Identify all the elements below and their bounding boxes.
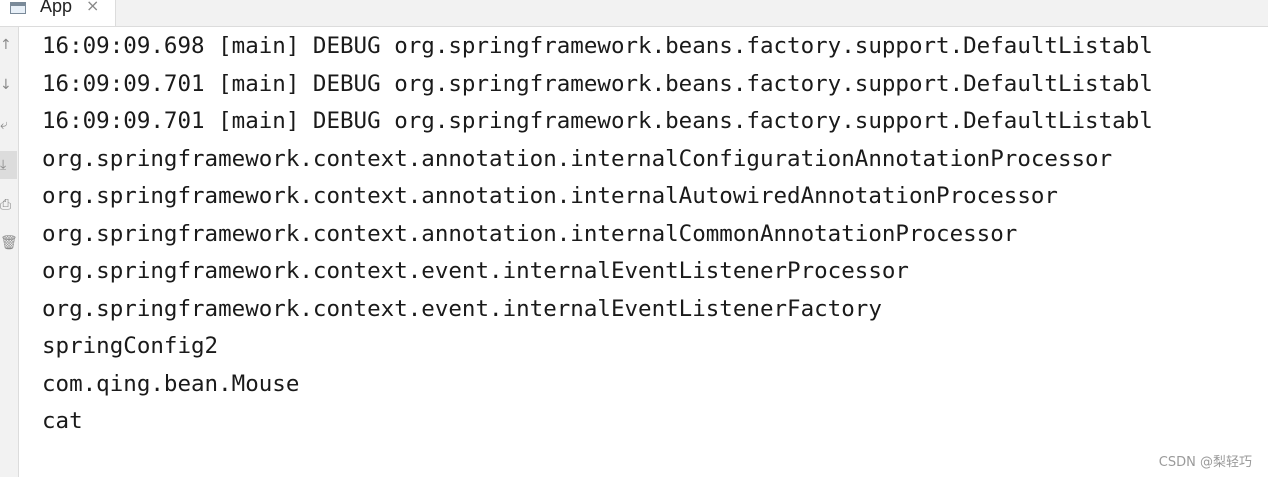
console-line: cat bbox=[42, 408, 83, 434]
console-line: 16:09:09.701 [main] DEBUG org.springfram… bbox=[42, 108, 1153, 134]
close-icon[interactable]: × bbox=[86, 0, 99, 15]
console-line: 16:09:09.698 [main] DEBUG org.springfram… bbox=[42, 33, 1153, 59]
console-line: org.springframework.context.annotation.i… bbox=[42, 183, 1058, 209]
watermark: CSDN @梨轻巧 bbox=[1158, 455, 1252, 470]
console-window-icon bbox=[10, 2, 26, 14]
tab-app[interactable]: App × bbox=[0, 0, 116, 26]
arrow-down-icon[interactable]: ↓ bbox=[0, 71, 17, 99]
console-toolbar: ↑ ↓ ⤶ ⤓ ⎙ 🗑 bbox=[0, 27, 19, 477]
console-output[interactable]: 16:09:09.698 [main] DEBUG org.springfram… bbox=[42, 27, 1268, 457]
trash-icon[interactable]: 🗑 bbox=[0, 229, 17, 257]
console-line: 16:09:09.701 [main] DEBUG org.springfram… bbox=[42, 70, 1153, 97]
console-line: org.springframework.context.event.intern… bbox=[42, 258, 909, 284]
arrow-up-icon[interactable]: ↑ bbox=[0, 31, 17, 59]
soft-wrap-icon[interactable]: ⤶ bbox=[0, 111, 17, 139]
console-line: org.springframework.context.annotation.i… bbox=[42, 220, 1018, 247]
tab-bar: App × bbox=[0, 0, 1268, 27]
console-line: springConfig2 bbox=[42, 333, 219, 359]
scroll-to-end-icon[interactable]: ⤓ bbox=[0, 151, 17, 179]
console-line: org.springframework.context.annotation.i… bbox=[42, 145, 1113, 172]
tab-label: App bbox=[40, 0, 73, 16]
console-line: com.qing.bean.Mouse bbox=[42, 370, 300, 397]
console-line: org.springframework.context.event.intern… bbox=[42, 295, 882, 322]
print-icon[interactable]: ⎙ bbox=[0, 191, 17, 219]
